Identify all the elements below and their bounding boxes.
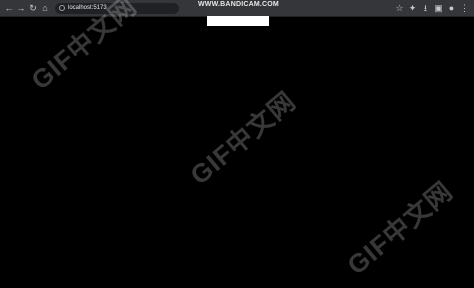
page-content-box xyxy=(207,16,269,26)
reload-icon[interactable]: ↻ xyxy=(27,2,39,14)
overlay-watermark: GIF中文网 xyxy=(341,175,459,281)
menu-icon[interactable]: ⋮ xyxy=(459,2,470,14)
home-icon[interactable]: ⌂ xyxy=(39,2,51,14)
forward-icon[interactable]: → xyxy=(15,2,27,14)
bookmark-icon[interactable]: ☆ xyxy=(394,2,405,14)
profile-icon[interactable]: ● xyxy=(446,2,457,14)
extensions-icon[interactable]: ✦ xyxy=(407,2,418,14)
overlay-watermark: GIF中文网 xyxy=(184,85,302,191)
site-info-icon[interactable] xyxy=(59,5,65,11)
download-icon[interactable]: ⭳ xyxy=(420,2,431,14)
navigation-buttons: ← → ↻ ⌂ xyxy=(3,2,51,14)
toolbar-right-icons: ☆ ✦ ⭳ ▣ ● ⋮ xyxy=(394,2,470,14)
back-icon[interactable]: ← xyxy=(3,2,15,14)
side-panel-icon[interactable]: ▣ xyxy=(433,2,444,14)
recording-watermark: WWW.BANDICAM.COM xyxy=(198,1,279,8)
